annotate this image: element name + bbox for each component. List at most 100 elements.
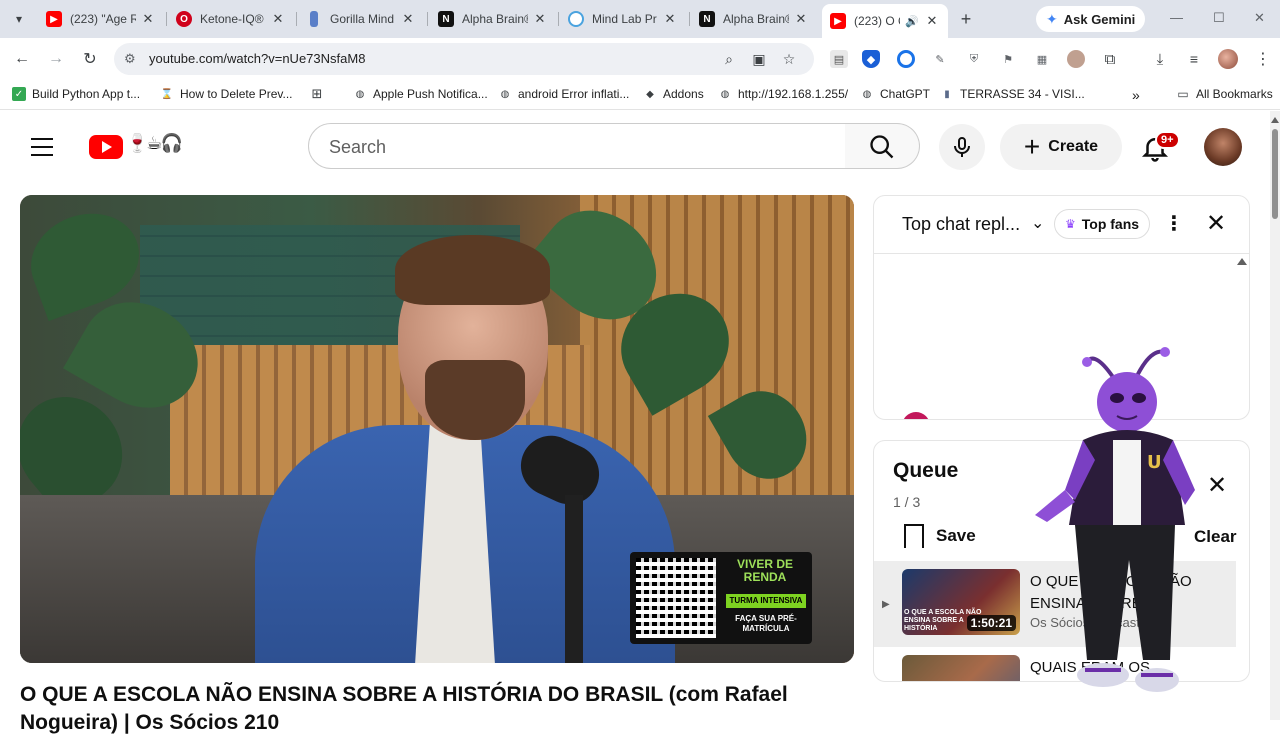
scroll-up-icon[interactable] xyxy=(1271,117,1279,123)
address-bar[interactable]: ⚙ youtube.com/watch?v=nUe73NsfaM8 ⌕ ▣ ☆ xyxy=(114,43,814,75)
close-window-icon[interactable]: ✕ xyxy=(1254,10,1265,26)
diamond-icon: ◆ xyxy=(646,88,654,100)
avatar xyxy=(902,412,930,419)
shield-outline-icon[interactable]: ⛨ xyxy=(965,50,983,68)
onnit-icon: N xyxy=(699,11,715,27)
close-icon[interactable]: ✕ xyxy=(532,11,548,27)
download-icon[interactable]: ⤓ xyxy=(1151,50,1169,68)
globe-icon: ◍ xyxy=(355,88,365,100)
pin-icon[interactable]: ✎ xyxy=(931,50,949,68)
avatar-extension-icon[interactable] xyxy=(1067,50,1085,68)
bookmark-item[interactable]: ◍ android Error inflati... xyxy=(498,87,630,101)
video-thumbnail[interactable] xyxy=(902,655,1020,681)
queue-title: Queue xyxy=(893,459,959,482)
bookmarks-bar: ✓ Build Python App t... ⌛ How to Delete Pr… xyxy=(0,80,1280,110)
close-icon[interactable]: ✕ xyxy=(140,11,156,27)
tab-4[interactable]: N Alpha Brain® ✕ xyxy=(430,4,556,34)
doc-icon: ▮ xyxy=(944,88,950,100)
media-control-icon[interactable]: ≡ xyxy=(1185,50,1203,68)
reload-icon[interactable]: ↻ xyxy=(80,49,100,69)
bookmark-item[interactable]: ◆ Addons xyxy=(643,87,704,101)
chevron-down-icon[interactable]: ⌄ xyxy=(1031,213,1044,233)
close-icon[interactable]: ✕ xyxy=(400,11,416,27)
minimize-icon[interactable]: — xyxy=(1170,10,1183,25)
search-button[interactable] xyxy=(845,123,920,169)
all-bookmarks[interactable]: ▭ All Bookmarks xyxy=(1176,87,1272,101)
extension-icon[interactable]: ▤ xyxy=(830,50,848,68)
doodle-icon[interactable]: 🍷☕🎧 xyxy=(126,133,183,154)
close-icon[interactable]: ✕ xyxy=(793,11,809,27)
chat-more-icon[interactable]: ⋮ xyxy=(1164,211,1184,236)
close-icon[interactable]: ✕ xyxy=(1206,209,1226,238)
chat-mode-selector[interactable]: Top chat repl... xyxy=(902,214,1020,235)
ask-gemini-button[interactable]: ✦ Ask Gemini xyxy=(1036,6,1146,32)
speaker-icon[interactable]: 🔊 xyxy=(904,15,920,28)
globe-icon: ◍ xyxy=(720,88,730,100)
qr-extension-icon[interactable]: ▦ xyxy=(1033,50,1051,68)
search-input[interactable]: Search xyxy=(308,123,846,169)
bookmark-item[interactable]: ◍ ChatGPT xyxy=(860,87,930,101)
forward-icon[interactable]: → xyxy=(46,49,66,69)
video-player[interactable]: VIVER DE RENDA TURMA INTENSIVA FAÇA SUA … xyxy=(20,195,854,663)
more-bookmarks-chevron[interactable]: » xyxy=(1132,87,1140,103)
new-tab-button[interactable]: + xyxy=(955,8,977,30)
bottle-icon xyxy=(310,11,318,27)
tab-7-active[interactable]: ▶ (223) O Q 🔊 ✕ xyxy=(822,4,948,38)
check-icon: ✓ xyxy=(12,87,26,101)
notification-badge: 9+ xyxy=(1155,131,1180,149)
tab-2[interactable]: O Ketone-IQ® ✕ xyxy=(168,4,294,34)
promo-cta: FAÇA SUA PRÉ-MATRÍCULA xyxy=(735,614,797,633)
bookmark-item[interactable]: ◍ http://192.168.1.255/ xyxy=(718,87,848,101)
url-text[interactable]: youtube.com/watch?v=nUe73NsfaM8 xyxy=(149,51,365,66)
menu-icon[interactable]: ⋮ xyxy=(1255,49,1271,69)
tab-title: Alpha Brain® xyxy=(723,12,789,26)
onnit-icon: N xyxy=(438,11,454,27)
save-button[interactable]: Save xyxy=(904,524,976,550)
profile-icon[interactable] xyxy=(1218,49,1238,69)
bookmark-item[interactable]: ◍ Apple Push Notifica... xyxy=(353,87,488,101)
bookmark-item[interactable]: ✓ Build Python App t... xyxy=(12,87,140,101)
tab-title: Mind Lab Pr xyxy=(592,12,657,26)
tab-search-chevron-icon[interactable]: ▾ xyxy=(8,8,30,30)
video-thumbnail[interactable]: O QUE A ESCOLA NÃO ENSINA SOBRE A HISTÓR… xyxy=(902,569,1020,635)
scroll-thumb[interactable] xyxy=(1272,129,1278,219)
svg-text:U: U xyxy=(1147,452,1162,473)
tab-5[interactable]: Mind Lab Pr ✕ xyxy=(560,4,686,34)
close-icon[interactable]: ✕ xyxy=(662,11,678,27)
microphone-icon xyxy=(954,137,970,157)
tab-strip: ▾ ▶ (223) "Age R ✕ O Ketone-IQ® ✕ Gorill… xyxy=(0,0,1280,38)
globe-icon: ◍ xyxy=(862,88,872,100)
youtube-logo[interactable] xyxy=(89,135,123,159)
tab-1[interactable]: ▶ (223) "Age R ✕ xyxy=(38,4,164,34)
tab-3[interactable]: Gorilla Mind ✕ xyxy=(298,4,424,34)
promo-tag: TURMA INTENSIVA xyxy=(726,594,806,608)
tab-title: (223) O Q xyxy=(854,14,900,28)
apps-grid-icon[interactable]: ⊞ xyxy=(310,86,330,101)
back-icon[interactable]: ← xyxy=(12,49,32,69)
bookmark-star-icon[interactable]: ☆ xyxy=(780,50,798,68)
close-icon[interactable]: ✕ xyxy=(270,11,286,27)
bookmark-item[interactable]: ⌛ How to Delete Prev... xyxy=(160,87,293,101)
close-icon[interactable]: ✕ xyxy=(924,13,940,29)
maximize-icon[interactable]: ☐ xyxy=(1213,10,1225,26)
shield-icon[interactable]: ◆ xyxy=(862,50,880,68)
hamburger-menu-icon[interactable] xyxy=(31,138,53,156)
top-fans-button[interactable]: ♛ Top fans xyxy=(1054,209,1151,239)
voice-search-button[interactable] xyxy=(939,124,985,170)
bookmark-item[interactable]: ▮ TERRASSE 34 - VISI... xyxy=(940,87,1084,101)
zoom-icon[interactable]: ⌕ xyxy=(720,50,738,68)
page-scrollbar[interactable] xyxy=(1270,111,1280,720)
circle-extension-icon[interactable] xyxy=(897,50,915,68)
tab-6[interactable]: N Alpha Brain® ✕ xyxy=(691,4,817,34)
avatar[interactable] xyxy=(1204,128,1242,166)
create-label: Create xyxy=(1048,138,1099,155)
chat-scroll-up-icon[interactable] xyxy=(1237,258,1247,265)
promo-overlay[interactable]: VIVER DE RENDA TURMA INTENSIVA FAÇA SUA … xyxy=(630,552,812,644)
chat-header: Top chat repl... ⌄ ♛ Top fans ⋮ ✕ xyxy=(874,196,1249,254)
puzzle-icon[interactable]: ⧉ xyxy=(1101,50,1119,68)
promo-brand: VIVER DE RENDA xyxy=(736,557,793,584)
flag-icon[interactable]: ⚑ xyxy=(999,50,1017,68)
site-info-icon[interactable]: ⚙ xyxy=(124,51,136,67)
create-button[interactable]: + Create xyxy=(1000,124,1122,170)
cast-icon[interactable]: ▣ xyxy=(750,50,768,68)
